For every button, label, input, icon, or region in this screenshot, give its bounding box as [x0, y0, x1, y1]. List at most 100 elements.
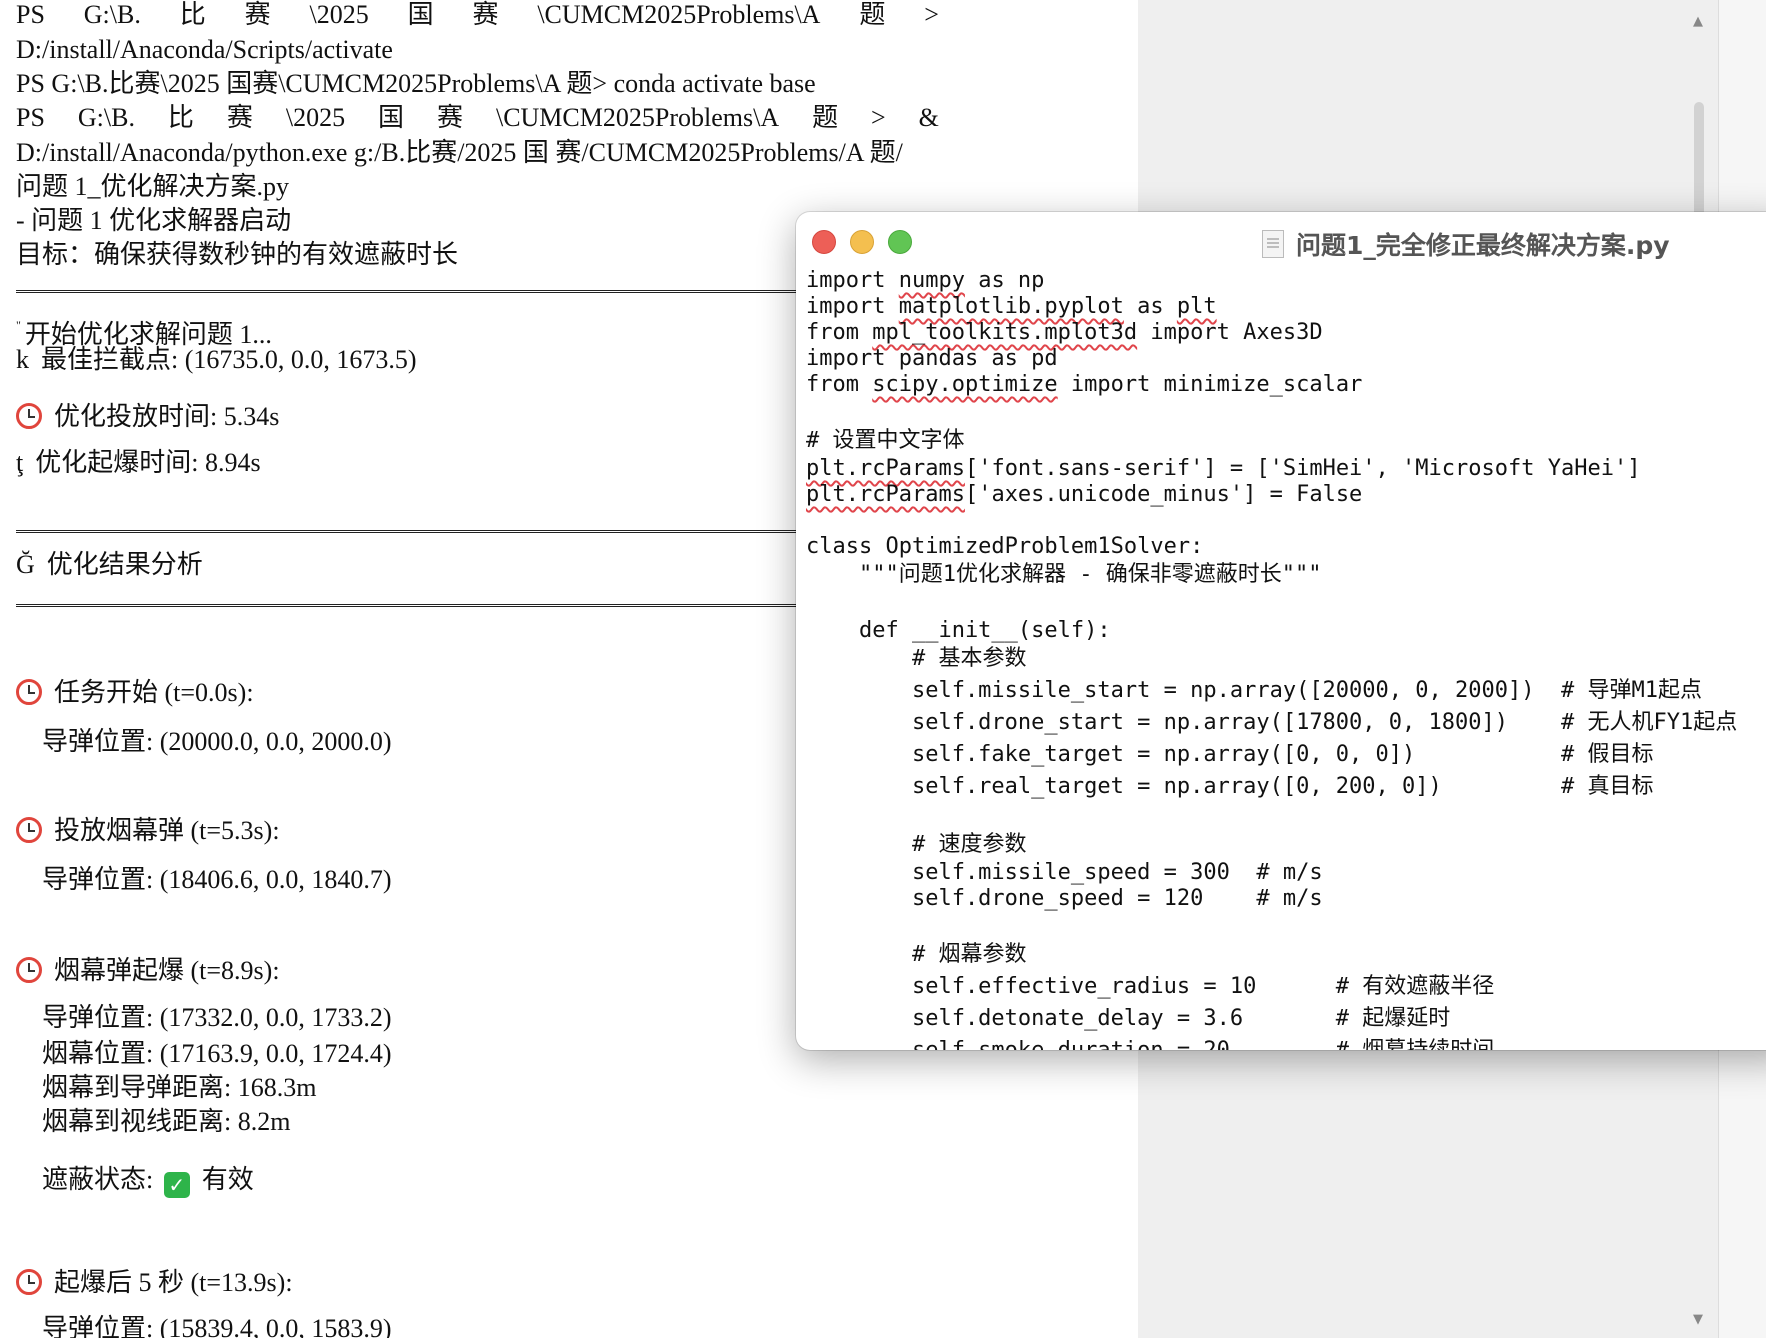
- word: &: [918, 103, 939, 132]
- event-detail: 导弹位置: (18406.6, 0.0, 1840.7): [42, 865, 392, 894]
- glyph-t-icon: ţ: [16, 448, 24, 477]
- code-line: self.detonate_delay = 3.6 # 起爆延时: [806, 1006, 1451, 1031]
- word: 赛: [472, 0, 499, 29]
- analysis-heading: Ğ 优化结果分析: [16, 550, 203, 580]
- code-preview-window[interactable]: 问题1_完全修正最终解决方案.py import numpy as np imp…: [796, 212, 1766, 1050]
- code-line: import numpy as np: [806, 268, 1045, 293]
- word: G:\B.: [83, 0, 141, 29]
- separator-rule: [16, 290, 816, 293]
- minimize-window-button[interactable]: [850, 230, 874, 254]
- word: 国: [378, 103, 405, 132]
- event-title: 任务开始 (t=0.0s):: [16, 678, 254, 708]
- word: \CUMCM2025Problems\A: [495, 103, 780, 132]
- window-title-text: 问题1_完全修正最终解决方案.py: [1296, 231, 1670, 260]
- code-line: self.drone_speed = 120 # m/s: [806, 886, 1323, 911]
- code-line: # 烟幕参数: [806, 942, 1027, 967]
- word: PS: [16, 103, 45, 132]
- code-line: self.missile_start = np.array([20000, 0,…: [806, 678, 1702, 703]
- alarm-clock-icon: [16, 679, 42, 705]
- detonate-time-line: ţ 优化起爆时间: 8.94s: [16, 448, 261, 478]
- code-line: plt.rcParams['font.sans-serif'] = ['SimH…: [806, 456, 1641, 481]
- misspelled-token: mpl_toolkits.mplot3d: [872, 320, 1138, 345]
- word: 赛: [437, 103, 464, 132]
- code-line: # 设置中文字体: [806, 428, 965, 453]
- code-line: # 速度参数: [806, 832, 1027, 857]
- code-line: self.effective_radius = 10 # 有效遮蔽半径: [806, 974, 1495, 999]
- word: PS: [16, 0, 45, 29]
- code-line: # 基本参数: [806, 646, 1027, 671]
- event-title: 投放烟幕弹 (t=5.3s):: [16, 816, 280, 846]
- misspelled-token: plt: [1176, 294, 1217, 319]
- event-title-text: 投放烟幕弹 (t=5.3s):: [54, 816, 280, 845]
- zoom-window-button[interactable]: [888, 230, 912, 254]
- word: >: [871, 103, 886, 132]
- glyph-k-icon: k: [16, 345, 29, 374]
- python-file-icon: [1262, 230, 1284, 258]
- misspelled-token: plt.rcParams: [806, 456, 965, 481]
- shield-status-line: 遮蔽状态: ✓ 有效: [42, 1165, 254, 1198]
- cmd3-line3: 问题 1_优化解决方案.py: [16, 172, 290, 201]
- drop-time-line: 优化投放时间: 5.34s: [16, 402, 279, 432]
- code-line: import matplotlib.pyplot as plt: [806, 294, 1217, 319]
- separator-rule: [16, 604, 816, 607]
- best-point-text: 最佳拦截点: (16735.0, 0.0, 1673.5): [41, 345, 417, 374]
- event-detail: 导弹位置: (20000.0, 0.0, 2000.0): [42, 727, 392, 756]
- analysis-text: 优化结果分析: [46, 550, 203, 579]
- misspelled-token: plt.rcParams: [806, 482, 965, 507]
- check-mark-icon: ✓: [163, 1172, 190, 1198]
- word: 比: [167, 103, 194, 132]
- separator-rule: [16, 530, 816, 533]
- event-detail: 烟幕到导弹距离: 168.3m: [42, 1073, 317, 1102]
- alarm-clock-icon: [16, 403, 42, 429]
- cmd2-line: PS G:\B.比赛\2025 国赛\CUMCM2025Problems\A 题…: [16, 69, 816, 98]
- event-detail: 烟幕位置: (17163.9, 0.0, 1724.4): [42, 1039, 392, 1068]
- shield-status-value: 有效: [201, 1165, 254, 1194]
- cmd3-line2: D:/install/Anaconda/python.exe g:/B.比赛/2…: [16, 138, 903, 167]
- code-line: self.drone_start = np.array([17800, 0, 1…: [806, 710, 1738, 735]
- code-line: import pandas as pd: [806, 346, 1058, 371]
- code-line: from scipy.optimize import minimize_scal…: [806, 372, 1363, 397]
- glyph-g-icon: Ğ: [16, 550, 35, 579]
- cmd1-line2: D:/install/Anaconda/Scripts/activate: [16, 35, 393, 64]
- code-line: self.fake_target = np.array([0, 0, 0]) #…: [806, 742, 1654, 767]
- window-title: 问题1_完全修正最终解决方案.py: [1262, 226, 1670, 262]
- window-titlebar[interactable]: 问题1_完全修正最终解决方案.py: [796, 212, 1766, 270]
- event-title-text: 任务开始 (t=0.0s):: [54, 678, 254, 707]
- alarm-clock-icon: [16, 1269, 42, 1295]
- alarm-clock-icon: [16, 957, 42, 983]
- word: G:\B.: [77, 103, 135, 132]
- event-title: 烟幕弹起爆 (t=8.9s):: [16, 956, 280, 986]
- small-glyph-icon: ": [16, 318, 21, 332]
- word: 比: [179, 0, 206, 29]
- code-line: """问题1优化求解器 - 确保非零遮蔽时长""": [806, 562, 1322, 587]
- code-line: def __init__(self):: [806, 618, 1111, 643]
- close-window-button[interactable]: [812, 230, 836, 254]
- word: 赛: [226, 103, 253, 132]
- code-line: plt.rcParams['axes.unicode_minus'] = Fal…: [806, 482, 1363, 507]
- code-line: class OptimizedProblem1Solver:: [806, 534, 1204, 559]
- word: \2025: [285, 103, 346, 132]
- word: \CUMCM2025Problems\A: [537, 0, 821, 29]
- misspelled-token: scipy.optimize: [872, 372, 1058, 397]
- code-line: self.real_target = np.array([0, 200, 0])…: [806, 774, 1654, 799]
- code-line: from mpl_toolkits.mplot3d import Axes3D: [806, 320, 1323, 345]
- shield-status-label: 遮蔽状态:: [42, 1165, 154, 1194]
- event-title-text: 起爆后 5 秒 (t=13.9s):: [54, 1268, 293, 1297]
- code-line: self.smoke_duration = 20 # 烟幕持续时间: [806, 1038, 1494, 1050]
- word: 题: [812, 103, 839, 132]
- word: 赛: [244, 0, 271, 29]
- scroll-up-arrow-icon[interactable]: ▲: [1693, 14, 1703, 29]
- misspelled-token: matplotlib.pyplot: [898, 294, 1124, 319]
- detonate-time-text: 优化起爆时间: 8.94s: [35, 448, 261, 477]
- goal-line: 目标：确保获得数秒钟的有效遮蔽时长: [16, 240, 459, 269]
- misspelled-token: numpy: [898, 268, 965, 293]
- event-title: 起爆后 5 秒 (t=13.9s):: [16, 1268, 293, 1298]
- best-point-line: k 最佳拦截点: (16735.0, 0.0, 1673.5): [16, 345, 417, 375]
- code-line: self.missile_speed = 300 # m/s: [806, 860, 1323, 885]
- scroll-down-arrow-icon[interactable]: ▼: [1693, 1312, 1703, 1327]
- word: 题: [859, 0, 886, 29]
- cmd1-line1: PS G:\B. 比 赛 \2025 国 赛 \CUMCM2025Problem…: [16, 0, 939, 30]
- event-detail: 导弹位置: (17332.0, 0.0, 1733.2): [42, 1003, 392, 1032]
- word: 国: [407, 0, 434, 29]
- event-title-text: 烟幕弹起爆 (t=8.9s):: [54, 956, 280, 985]
